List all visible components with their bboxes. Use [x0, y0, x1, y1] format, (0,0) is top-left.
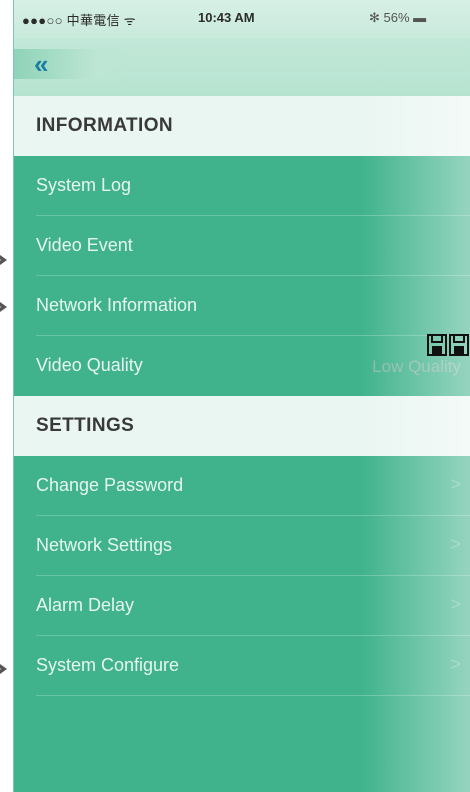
arrow-pointer-icon: [0, 255, 7, 265]
section-title: SETTINGS: [36, 415, 135, 436]
list-item-label: System Log: [36, 175, 132, 195]
list-item-label: Alarm Delay: [36, 595, 135, 615]
empty-area: [14, 696, 470, 792]
chevron-right-icon: >: [450, 594, 461, 614]
list-item-system-configure[interactable]: System Configure >: [14, 636, 470, 696]
list-item-label: Video Event: [36, 235, 133, 255]
section-header-settings: SETTINGS: [14, 396, 470, 456]
list-item-alarm-delay[interactable]: Alarm Delay >: [14, 576, 470, 636]
chevron-right-icon: >: [450, 474, 461, 494]
list-item-network-information[interactable]: Network Information: [14, 276, 470, 336]
nav-bar: «: [14, 38, 470, 96]
battery-indicator: ✻ 56% ▬: [369, 10, 427, 25]
list-item-label: System Configure: [36, 655, 180, 675]
list-item-label: Network Information: [36, 295, 198, 315]
double-chevron-left-icon: «: [34, 49, 49, 79]
save-icons[interactable]: [427, 334, 470, 356]
chevron-right-icon: >: [450, 534, 461, 554]
arrow-pointer-icon: [0, 302, 7, 312]
clock: 10:43 AM: [198, 10, 255, 25]
carrier-label: ●●●○○ 中華電信 ᯤ: [22, 13, 136, 28]
section-title: INFORMATION: [36, 115, 174, 136]
list-item-change-password[interactable]: Change Password >: [14, 456, 470, 516]
back-button[interactable]: «: [14, 49, 132, 79]
section-header-information: INFORMATION: [14, 96, 470, 156]
phone-screen: ●●●○○ 中華電信 ᯤ 10:43 AM ✻ 56% ▬ « INFORMAT…: [13, 0, 470, 792]
chevron-right-icon: >: [450, 654, 461, 674]
list-item-network-settings[interactable]: Network Settings >: [14, 516, 470, 576]
floppy-disk-icon: [427, 334, 469, 356]
list-item-system-log[interactable]: System Log: [14, 156, 470, 216]
list-item-label: Network Settings: [36, 535, 173, 555]
arrow-pointer-icon: [0, 664, 7, 674]
list-item-label: Change Password: [36, 475, 184, 495]
video-quality-value: Low Quality: [372, 357, 461, 376]
list-item-video-event[interactable]: Video Event: [14, 216, 470, 276]
status-bar: ●●●○○ 中華電信 ᯤ 10:43 AM ✻ 56% ▬: [14, 0, 470, 38]
list-item-video-quality[interactable]: Video Quality Low Quality: [14, 336, 470, 396]
list-item-label: Video Quality: [36, 355, 143, 375]
